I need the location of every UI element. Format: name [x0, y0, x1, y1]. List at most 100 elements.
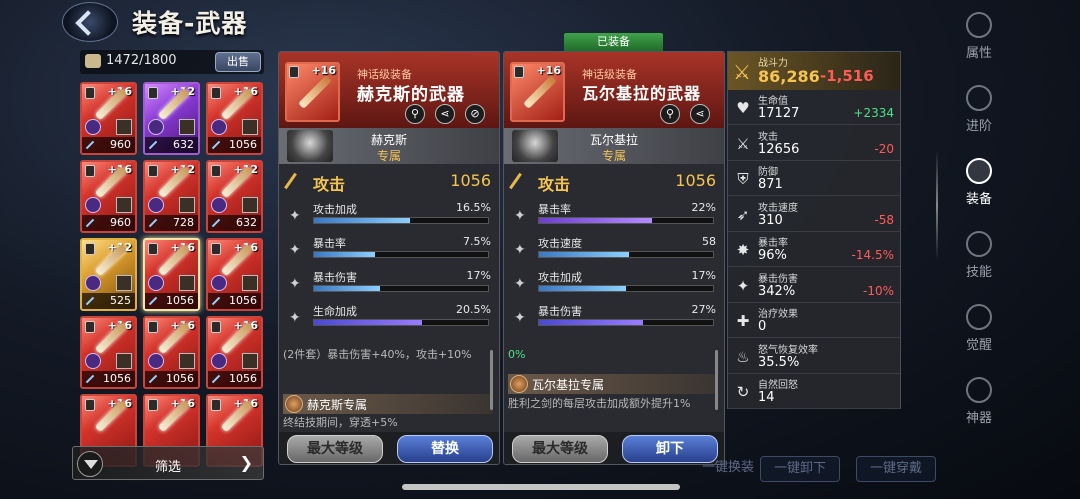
stat-label: 治疗效果 [758, 309, 798, 320]
crit-damage-icon: ✦ [514, 310, 526, 326]
scrollbar[interactable] [490, 350, 493, 410]
unequip-all-button[interactable]: 一键卸下 [760, 456, 840, 482]
lock-toggle-icon[interactable]: ⚲ [660, 104, 680, 124]
item-level: +16 [536, 64, 561, 77]
replace-button[interactable]: 替换 [397, 435, 493, 463]
lock-icon [289, 66, 299, 78]
substat-row: ✦ 暴击伤害 17% [279, 268, 499, 302]
hero-portrait [242, 353, 258, 369]
stat-label: 自然回怒 [758, 380, 798, 391]
substat-label: 暴击率 [538, 203, 571, 216]
stat-row: ✸ 暴击率 96% -14.5% [728, 232, 900, 267]
stat-row: ⚔ 攻击 12656 -20 [728, 126, 900, 161]
auto-equip-button[interactable]: 一键换装 [700, 456, 756, 482]
action-bar: 最大等级 卸下 [504, 432, 724, 464]
set-badge-icon [211, 275, 227, 291]
share-icon[interactable]: ⋖ [435, 104, 455, 124]
substat-bar [313, 285, 489, 292]
skill-icon [966, 231, 992, 257]
hero-name: 瓦尔基拉 [589, 133, 638, 147]
lock-icon [148, 321, 158, 333]
substat-label: 暴击率 [313, 237, 346, 250]
inventory-item[interactable]: +161056 [206, 316, 263, 389]
back-button[interactable] [62, 2, 118, 42]
substat-label: 暴击伤害 [313, 271, 357, 284]
inventory-item[interactable]: +16960 [80, 82, 137, 155]
stat-row: ♥ 生命值 17127 +2334 [728, 90, 900, 125]
hero-bar: 瓦尔基拉 专属 [504, 128, 724, 164]
set-badge-icon [148, 197, 164, 213]
hero-portrait [116, 197, 132, 213]
inventory-item[interactable]: +12728 [143, 160, 200, 233]
max-level-button[interactable]: 最大等级 [512, 435, 608, 463]
filter-label: 筛选 [155, 460, 182, 475]
equipped-tag: 已装备 [564, 33, 663, 51]
substat-row: ✦ 攻击加成 16.5% [279, 200, 499, 234]
inventory-item[interactable]: +12525 [80, 238, 137, 311]
equip-all-button[interactable]: 一键穿戴 [856, 456, 936, 482]
item-power: 960 [82, 137, 135, 153]
inventory-item[interactable]: +12632 [143, 82, 200, 155]
item-power: 1056 [208, 137, 261, 153]
inventory-item[interactable]: +161056 [206, 82, 263, 155]
nav-label: 装备 [965, 192, 992, 207]
share-icon[interactable]: ⋖ [690, 104, 710, 124]
hero-portrait [179, 353, 195, 369]
stat-value: 35.5% [758, 354, 800, 370]
crit-rate-icon: ✸ [736, 241, 750, 259]
lock-toggle-icon[interactable]: ⚲ [405, 104, 425, 124]
home-indicator[interactable] [402, 484, 680, 490]
substat-value: 58 [702, 235, 716, 248]
sword-icon [284, 172, 297, 190]
inventory-item[interactable]: +12632 [206, 160, 263, 233]
inventory-item[interactable]: +161056 [143, 238, 200, 311]
max-level-button[interactable]: 最大等级 [287, 435, 383, 463]
substat-bar [538, 319, 714, 326]
main-stat-value: 1056 [675, 171, 716, 190]
substat-value: 16.5% [456, 201, 491, 214]
stat-value: 14 [758, 390, 775, 405]
substat-bar-fill [539, 252, 630, 257]
crit-damage-icon: ✦ [289, 276, 301, 292]
set-badge-icon [85, 119, 101, 135]
lock-icon [85, 399, 95, 411]
item-name: 赫克斯的武器 [357, 85, 465, 105]
substat-row: ✦ 攻击速度 58 [504, 234, 724, 268]
shield-icon: ⛨ [737, 170, 749, 188]
set-badge-icon [148, 353, 164, 369]
filter-bar[interactable]: 筛选 ❯ [72, 446, 264, 480]
heal-icon: ✚ [736, 312, 750, 330]
set-description: (2件套）暴击伤害+40%，攻击+10% [283, 348, 472, 361]
inventory-count-bar: 1472/1800 出售 [80, 50, 264, 74]
item-icon: +16 [285, 62, 340, 122]
inventory-item[interactable]: +161056 [80, 316, 137, 389]
substat-bar-fill [539, 218, 653, 223]
set-badge-icon [211, 119, 227, 135]
stat-value: 342% [758, 283, 796, 299]
substat-value: 17% [691, 269, 716, 282]
stat-label: 防御 [758, 167, 778, 178]
inventory-item[interactable]: +16960 [80, 160, 137, 233]
substat-bar-fill [314, 252, 375, 257]
substat-label: 暴击伤害 [538, 305, 582, 318]
substat-bar-fill [314, 218, 410, 223]
item-header: +16 神话级装备 赫克斯的武器 ⚲ ⋖ ⊘ [279, 52, 499, 128]
attack-bonus-icon: ✦ [289, 208, 301, 224]
inventory-item[interactable]: +161056 [206, 238, 263, 311]
main-stat-value: 1056 [450, 171, 491, 190]
heart-icon: ♥ [736, 99, 750, 117]
crit-rate-icon: ✦ [514, 208, 526, 224]
substat-bar-fill [314, 286, 381, 291]
set-badge-icon [148, 275, 164, 291]
equipped-item-panel: +16 神话级装备 瓦尔基拉的武器 ⚲ ⋖ 瓦尔基拉 专属 攻击 1056 ✦ 暴… [503, 51, 725, 465]
set-badge-icon [85, 353, 101, 369]
compare-icon[interactable]: ⊘ [465, 104, 485, 124]
scrollbar[interactable] [715, 350, 718, 410]
filter-icon[interactable] [77, 451, 103, 477]
lock-icon [148, 165, 158, 177]
skill-description: 终结技期间，穿透+5% [283, 416, 398, 429]
sell-button[interactable]: 出售 [215, 52, 261, 72]
skill-icon [510, 375, 528, 393]
inventory-item[interactable]: +161056 [143, 316, 200, 389]
chevron-right-icon[interactable]: ❯ [240, 453, 253, 472]
